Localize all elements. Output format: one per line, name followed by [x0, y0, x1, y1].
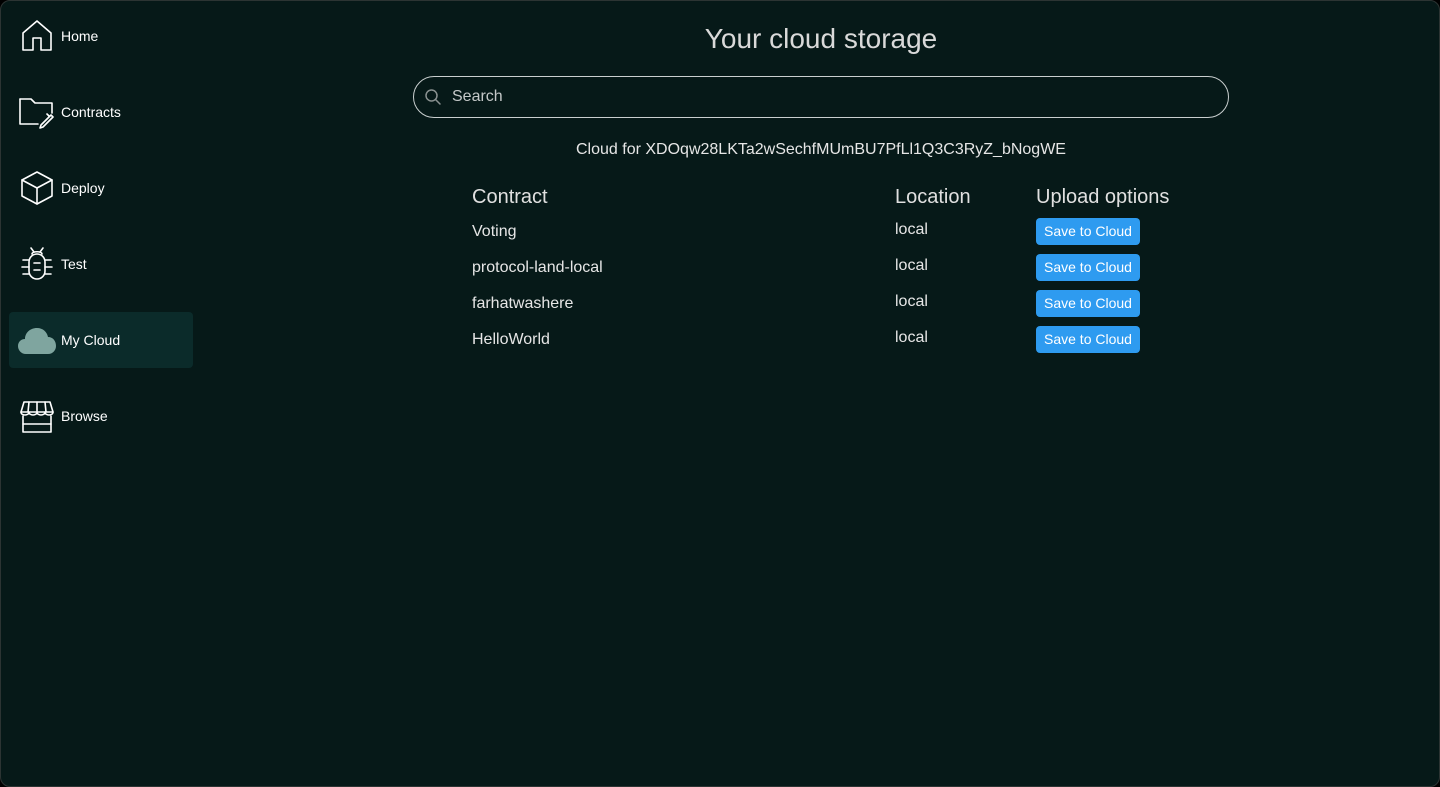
- contract-location: local: [895, 293, 928, 310]
- contract-name: farhatwashere: [472, 295, 574, 312]
- save-to-cloud-button[interactable]: Save to Cloud: [1036, 218, 1140, 245]
- sidebar-item-label: Contracts: [61, 104, 121, 120]
- sidebar-item-label: Home: [61, 28, 99, 44]
- contract-location: local: [895, 257, 928, 274]
- sidebar-item-deploy[interactable]: Deploy: [9, 160, 193, 216]
- cube-icon: [18, 169, 56, 207]
- contract-name: protocol-land-local: [472, 259, 603, 276]
- sidebar: Home Contracts Deploy Test My Cloud Brow…: [1, 1, 201, 786]
- sidebar-item-browse[interactable]: Browse: [9, 388, 193, 444]
- save-to-cloud-button[interactable]: Save to Cloud: [1036, 326, 1140, 353]
- sidebar-item-label: Browse: [61, 408, 108, 424]
- table-row: protocol-land-local local Save to Cloud: [472, 254, 1172, 290]
- app-window: Home Contracts Deploy Test My Cloud Brow…: [0, 0, 1440, 787]
- sidebar-item-test[interactable]: Test: [9, 236, 193, 292]
- column-header-contract: Contract: [472, 186, 548, 208]
- column-header-upload-options: Upload options: [1036, 186, 1170, 208]
- cloud-owner-address: Cloud for XDOqw28LKTa2wSechfMUmBU7PfLl1Q…: [576, 141, 1066, 158]
- column-header-location: Location: [895, 186, 971, 208]
- contract-name: HelloWorld: [472, 331, 550, 348]
- search-bar[interactable]: [413, 76, 1229, 118]
- table-row: Voting local Save to Cloud: [472, 218, 1172, 254]
- contract-name: Voting: [472, 223, 517, 240]
- contract-location: local: [895, 329, 928, 346]
- sidebar-item-label: Test: [61, 256, 87, 272]
- bug-icon: [18, 245, 56, 283]
- sidebar-item-contracts[interactable]: Contracts: [9, 84, 193, 140]
- page-title: Your cloud storage: [704, 23, 938, 54]
- folder-edit-icon: [18, 93, 56, 131]
- storefront-icon: [18, 397, 56, 435]
- sidebar-item-my-cloud[interactable]: My Cloud: [9, 312, 193, 368]
- table-row: farhatwashere local Save to Cloud: [472, 290, 1172, 326]
- sidebar-item-home[interactable]: Home: [9, 8, 193, 64]
- cloud-icon: [18, 321, 56, 359]
- search-input[interactable]: [452, 77, 1212, 117]
- sidebar-item-label: Deploy: [61, 180, 105, 196]
- search-icon: [424, 88, 442, 106]
- save-to-cloud-button[interactable]: Save to Cloud: [1036, 290, 1140, 317]
- save-to-cloud-button[interactable]: Save to Cloud: [1036, 254, 1140, 281]
- contract-location: local: [895, 221, 928, 238]
- home-icon: [18, 17, 56, 55]
- table-row: HelloWorld local Save to Cloud: [472, 326, 1172, 362]
- sidebar-item-label: My Cloud: [61, 332, 121, 348]
